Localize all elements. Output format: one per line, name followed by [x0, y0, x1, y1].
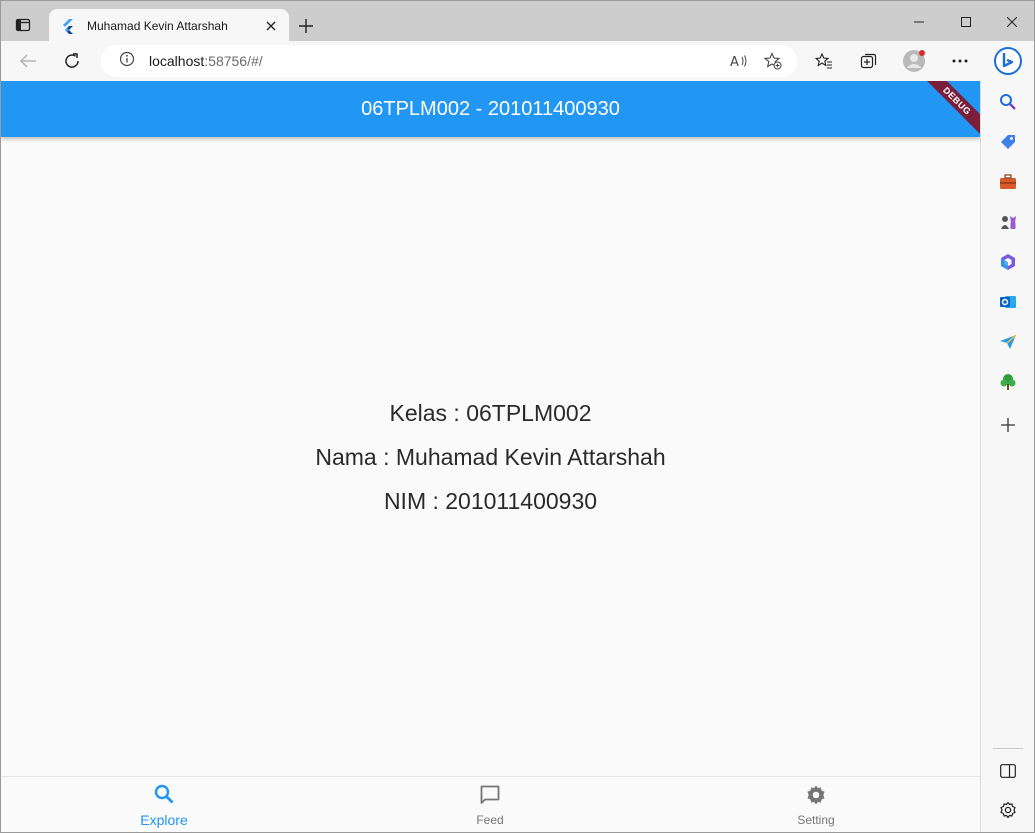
add-favorite-icon[interactable] — [761, 50, 785, 72]
tab-actions-icon[interactable] — [11, 13, 35, 37]
sidebar-settings-icon[interactable] — [995, 797, 1021, 823]
tab-strip: Muhamad Kevin Attarshah — [1, 1, 1035, 42]
edge-sidebar — [980, 81, 1034, 832]
favorites-icon[interactable] — [809, 47, 839, 75]
games-chess-icon[interactable] — [995, 209, 1021, 235]
app-bar-title: 06TPLM002 - 201011400930 — [361, 97, 620, 120]
add-sidebar-app-icon[interactable] — [995, 412, 1021, 438]
refresh-icon[interactable] — [57, 47, 87, 75]
tab-title: Muhamad Kevin Attarshah — [87, 18, 228, 33]
shopping-tag-icon[interactable] — [995, 129, 1021, 155]
outlook-icon[interactable] — [995, 289, 1021, 315]
tab-close-icon[interactable] — [263, 18, 279, 34]
microsoft-365-icon[interactable] — [995, 249, 1021, 275]
flutter-favicon-icon — [61, 18, 77, 34]
collections-icon[interactable] — [854, 47, 884, 75]
back-icon[interactable] — [13, 47, 43, 75]
site-info-icon[interactable] — [119, 51, 135, 72]
minimize-icon[interactable] — [896, 7, 942, 37]
browser-window: Muhamad Kevin Attarshah localhost:58756/… — [0, 0, 1035, 833]
nav-item-feed[interactable]: Feed — [420, 777, 560, 832]
read-aloud-icon[interactable]: A — [727, 50, 751, 72]
maximize-icon[interactable] — [943, 7, 989, 37]
close-window-icon[interactable] — [989, 7, 1035, 37]
url-text: localhost:58756/#/ — [149, 53, 263, 69]
nav-item-setting[interactable]: Setting — [746, 777, 886, 832]
nama-text: Nama : Muhamad Kevin Attarshah — [315, 444, 666, 470]
bing-copilot-icon[interactable] — [992, 45, 1024, 77]
browser-toolbar: localhost:58756/#/ A — [1, 41, 1034, 81]
nav-label-feed: Feed — [476, 812, 504, 827]
browser-tab[interactable]: Muhamad Kevin Attarshah — [49, 9, 289, 42]
gear-icon — [805, 784, 827, 811]
sidebar-divider — [993, 748, 1023, 749]
address-bar[interactable]: localhost:58756/#/ A — [101, 45, 797, 77]
tools-briefcase-icon[interactable] — [995, 169, 1021, 195]
search-icon[interactable] — [995, 89, 1021, 115]
more-options-icon[interactable] — [945, 47, 975, 75]
nav-item-explore[interactable]: Explore — [94, 777, 234, 832]
nav-label-explore: Explore — [140, 811, 188, 828]
tree-icon[interactable] — [995, 369, 1021, 395]
nim-text: NIM : 201011400930 — [383, 488, 598, 514]
app-bar: 06TPLM002 - 201011400930 — [1, 81, 980, 137]
svg-text:A: A — [730, 55, 739, 69]
info-content: Kelas : 06TPLM002 Nama : Muhamad Kevin A… — [1, 391, 980, 523]
profile-avatar-icon[interactable] — [899, 47, 929, 75]
nav-label-setting: Setting — [797, 812, 835, 827]
search-icon — [153, 783, 175, 810]
send-plane-icon[interactable] — [995, 329, 1021, 355]
kelas-text: Kelas : 06TPLM002 — [389, 400, 592, 426]
app-viewport: 06TPLM002 - 201011400930 DEBUG Kelas : 0… — [1, 81, 980, 832]
new-tab-icon[interactable] — [295, 15, 317, 37]
chat-icon — [479, 784, 501, 811]
hide-sidebar-icon[interactable] — [995, 758, 1021, 784]
bottom-navigation-bar: Explore Feed Setting — [1, 776, 980, 832]
